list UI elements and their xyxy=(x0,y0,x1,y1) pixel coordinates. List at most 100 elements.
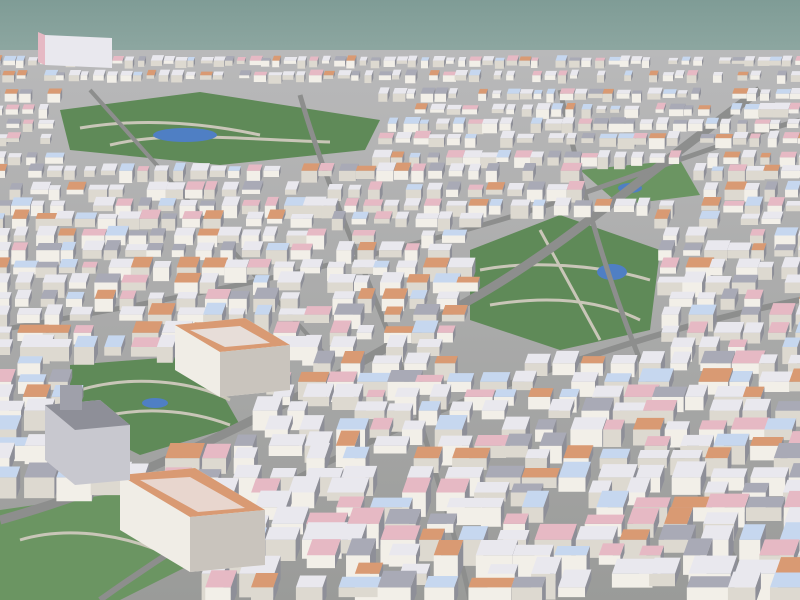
building-face xyxy=(197,228,220,236)
building-face xyxy=(28,170,42,178)
building-face xyxy=(326,371,358,382)
building-face xyxy=(491,109,504,114)
building-face xyxy=(570,75,578,79)
building-face xyxy=(278,308,308,315)
building-face xyxy=(284,189,297,195)
building-face xyxy=(14,298,29,307)
building-face xyxy=(278,314,306,321)
building-face xyxy=(393,170,409,180)
building-face xyxy=(593,118,610,124)
building-face xyxy=(69,314,91,321)
building-face xyxy=(712,71,723,76)
building-face xyxy=(403,205,419,211)
building-face xyxy=(462,109,478,115)
building-face xyxy=(306,539,341,556)
building-face xyxy=(347,507,385,524)
building-face xyxy=(297,60,306,69)
building-face xyxy=(760,152,772,158)
building-face xyxy=(619,60,629,67)
building-face xyxy=(124,60,133,69)
building-face xyxy=(775,401,800,411)
building-face xyxy=(22,384,51,397)
building-face xyxy=(785,200,800,206)
building-face xyxy=(171,243,187,251)
building-face xyxy=(713,433,750,446)
building-face xyxy=(698,105,712,110)
building-face xyxy=(403,198,422,206)
building-face xyxy=(521,109,532,117)
building-face xyxy=(727,242,752,251)
building-face xyxy=(744,183,760,190)
building-face xyxy=(378,71,393,76)
building-face xyxy=(608,60,621,65)
building-face xyxy=(718,60,731,64)
building-face xyxy=(511,576,546,588)
building-face xyxy=(221,189,237,197)
building-face xyxy=(150,60,163,67)
building-face xyxy=(648,133,667,139)
building-face xyxy=(769,572,800,588)
building-face xyxy=(156,347,173,363)
building-face xyxy=(351,75,359,81)
building-face xyxy=(478,93,487,101)
building-face xyxy=(100,170,116,176)
building-face xyxy=(318,163,335,171)
building-face xyxy=(383,199,400,206)
building-face xyxy=(174,227,196,236)
building-face xyxy=(478,88,488,94)
building-face xyxy=(437,218,451,232)
building-face xyxy=(671,477,701,495)
building-face xyxy=(648,75,658,83)
building-face xyxy=(693,170,704,181)
building-face xyxy=(608,56,622,61)
building-face xyxy=(246,164,263,171)
building-face xyxy=(452,123,464,133)
building-face xyxy=(100,163,118,171)
building-face xyxy=(121,282,146,291)
building-face xyxy=(769,119,781,124)
building-face xyxy=(727,170,745,183)
building-face xyxy=(6,138,20,142)
building-face xyxy=(795,60,800,65)
building-face xyxy=(624,109,639,118)
building-face xyxy=(715,138,732,149)
building-face xyxy=(677,93,687,98)
building-face xyxy=(82,250,102,259)
building-face xyxy=(165,443,205,459)
building-face xyxy=(359,56,368,61)
building-face xyxy=(354,562,384,574)
building-face xyxy=(656,123,668,130)
building-face xyxy=(28,60,37,66)
building-face xyxy=(563,445,594,459)
building-face xyxy=(146,250,162,257)
building-face xyxy=(405,69,418,76)
building-face xyxy=(28,163,45,171)
building-face xyxy=(560,162,583,171)
building-face xyxy=(48,338,72,348)
building-face xyxy=(500,138,513,148)
building-face xyxy=(704,240,731,251)
building-face xyxy=(228,170,240,179)
building-face xyxy=(146,181,169,190)
building-face xyxy=(727,587,756,600)
building-face xyxy=(0,477,17,499)
building-face xyxy=(754,119,771,124)
building-face xyxy=(209,165,227,171)
building-face xyxy=(253,71,268,76)
building-face xyxy=(392,88,408,94)
building-face xyxy=(120,70,134,76)
building-face xyxy=(522,170,534,181)
building-face xyxy=(69,273,90,283)
building-face xyxy=(731,274,759,283)
building-face xyxy=(532,70,543,76)
building-face xyxy=(282,75,294,80)
building-face xyxy=(200,71,213,76)
building-face xyxy=(494,60,504,69)
building-face xyxy=(604,373,632,382)
building-face xyxy=(510,199,531,206)
building-face xyxy=(300,259,323,268)
building-face xyxy=(26,152,38,158)
building-face xyxy=(630,60,641,64)
building-face xyxy=(780,165,800,171)
building-face xyxy=(744,60,754,67)
